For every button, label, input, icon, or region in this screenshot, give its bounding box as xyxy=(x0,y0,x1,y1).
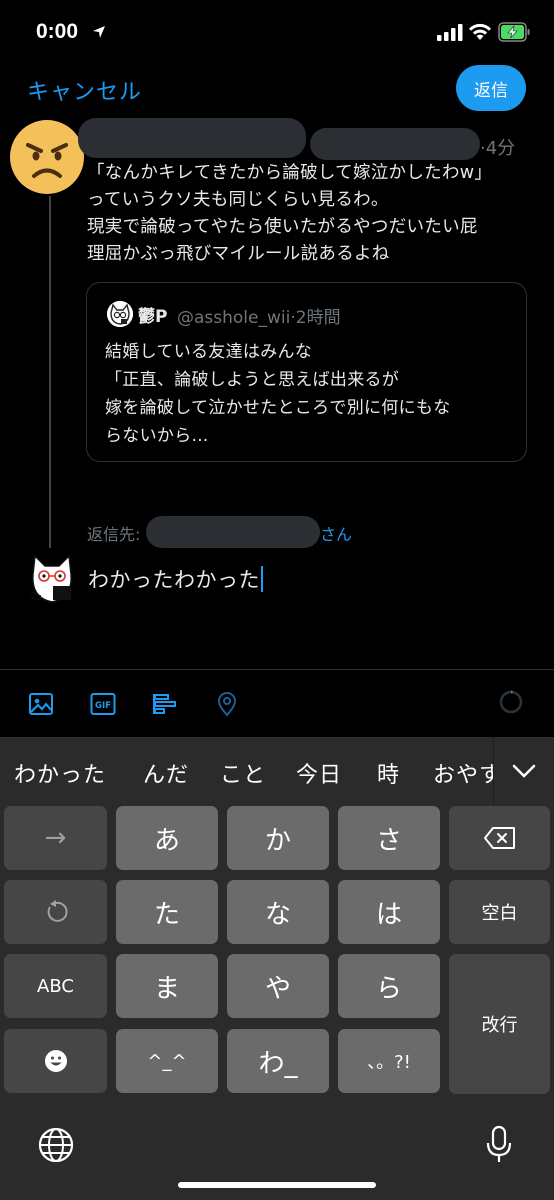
chevron-down-icon xyxy=(512,764,536,778)
key-ka[interactable]: か xyxy=(227,806,329,870)
key-ta[interactable]: た xyxy=(116,880,218,944)
cancel-button[interactable]: キャンセル xyxy=(27,74,142,106)
abc-key-label: ABC xyxy=(37,975,74,997)
status-time: 0:00 xyxy=(36,20,79,43)
space-key[interactable]: 空白 xyxy=(449,880,550,944)
tweet-line: っていうクソ夫も同じくらい見るわ。 xyxy=(87,190,389,210)
space-key-label: 空白 xyxy=(481,903,518,924)
user-avatar xyxy=(30,554,72,603)
text-caret xyxy=(261,566,263,592)
key-a[interactable]: あ xyxy=(116,806,218,870)
candidate-4[interactable]: 今日 xyxy=(296,757,342,789)
candidate-6[interactable]: おやす xyxy=(433,757,502,789)
globe-icon[interactable] xyxy=(38,1127,74,1163)
backspace-key[interactable] xyxy=(449,806,550,870)
reply-compose-input[interactable]: わかったわかった xyxy=(88,564,263,594)
reply-to-label: 返信先: xyxy=(87,525,141,544)
key-na[interactable]: な xyxy=(227,880,329,944)
tweet-line: 理屈かぶっ飛びマイルール説あるよね xyxy=(87,244,390,264)
tweet-text: 「なんかキレてきたから論破して嫁泣かしたわw」 っていうクソ夫も同じくらい見るわ… xyxy=(87,160,537,268)
quote-line: 結婚している友達はみんな xyxy=(105,342,313,362)
undo-key[interactable] xyxy=(4,880,107,944)
key-punctuation[interactable]: 、。?! xyxy=(338,1029,440,1093)
key-arrow[interactable]: → xyxy=(4,806,107,870)
enter-key-label: 改行 xyxy=(481,1015,518,1036)
redacted-display-name xyxy=(78,118,306,158)
compose-toolbar: GIF xyxy=(0,669,554,737)
kaomoji-key-label: ^_^ xyxy=(147,1050,187,1072)
candidate-bar: わかった んだ こと 今日 時 おやす xyxy=(0,737,554,805)
svg-text:GIF: GIF xyxy=(95,701,111,711)
candidate-1[interactable]: わかった xyxy=(14,757,106,789)
angry-face-avatar[interactable] xyxy=(8,118,86,196)
key-sa[interactable]: さ xyxy=(338,806,440,870)
enter-key[interactable]: 改行 xyxy=(449,954,550,1094)
tweet-line: 「なんかキレてきたから論破して嫁泣かしたわw」 xyxy=(87,163,493,183)
status-bar: 0:00 xyxy=(0,0,554,66)
backspace-icon xyxy=(483,827,515,849)
compose-value: わかったわかった xyxy=(88,568,260,592)
quote-text: 結婚している友達はみんな 「正直、論破しようと思えば出来るが 嫁を論破して泣かせ… xyxy=(105,338,515,450)
emoji-icon xyxy=(44,1050,67,1072)
poll-icon[interactable] xyxy=(152,691,178,717)
character-count-ring xyxy=(499,690,523,714)
home-indicator xyxy=(178,1182,376,1188)
cell-signal-icon xyxy=(437,24,463,41)
undo-icon xyxy=(47,900,68,922)
key-kaomoji[interactable]: ^_^ xyxy=(116,1029,218,1093)
quote-line: 嫁を論破して泣かせたところで別に何にもな xyxy=(105,398,451,418)
location-arrow-icon xyxy=(93,26,105,38)
quote-author-handle: @asshole_wii·2時間 xyxy=(177,308,341,328)
key-ra[interactable]: ら xyxy=(338,954,440,1018)
quote-line: らないから... xyxy=(105,426,209,446)
tweet-age: ·4分 xyxy=(480,138,516,159)
tweet-line: 現実で論破ってやたら使いたがるやつだいたい屁 xyxy=(87,217,478,237)
microphone-icon[interactable] xyxy=(484,1125,514,1165)
thread-line xyxy=(49,196,51,548)
quote-line: 「正直、論破しようと思えば出来るが xyxy=(105,370,400,390)
abc-key[interactable]: ABC xyxy=(4,954,107,1018)
location-icon[interactable] xyxy=(214,691,240,717)
candidate-5[interactable]: 時 xyxy=(377,757,400,789)
battery-charging-icon xyxy=(498,22,530,42)
redacted-username xyxy=(310,128,480,160)
candidate-2[interactable]: んだ xyxy=(143,757,189,789)
image-icon[interactable] xyxy=(28,691,54,717)
key-ha[interactable]: は xyxy=(338,880,440,944)
emoji-key[interactable] xyxy=(4,1029,107,1093)
redacted-reply-target xyxy=(146,516,320,548)
gif-icon[interactable]: GIF xyxy=(90,691,116,717)
quote-author-avatar xyxy=(107,301,133,327)
candidate-3[interactable]: こと xyxy=(220,757,266,789)
punct-key-label: 、。?! xyxy=(367,1052,411,1073)
key-wa[interactable]: わ_ xyxy=(227,1029,329,1093)
quote-author-name: 鬱P xyxy=(138,307,168,327)
reply-button[interactable]: 返信 xyxy=(456,65,526,111)
wifi-icon xyxy=(469,23,491,40)
key-ya[interactable]: や xyxy=(227,954,329,1018)
expand-candidates-button[interactable] xyxy=(493,737,554,805)
reply-to-suffix[interactable]: さん xyxy=(320,521,352,545)
key-ma[interactable]: ま xyxy=(116,954,218,1018)
